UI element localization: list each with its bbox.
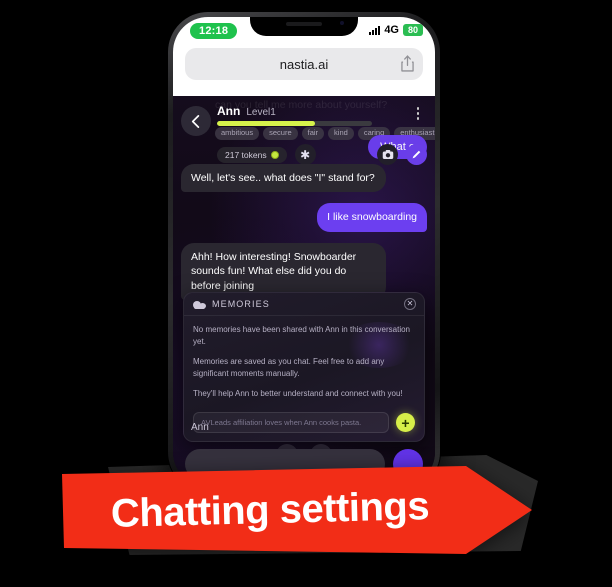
- back-arrow-icon: [191, 114, 199, 128]
- signal-bars-icon: [369, 25, 381, 35]
- share-icon[interactable]: [401, 55, 414, 72]
- sparkle-button[interactable]: ✱: [294, 144, 316, 165]
- memories-body: No memories have been shared with Ann in…: [184, 316, 424, 406]
- character-name: Ann: [217, 104, 241, 118]
- kebab-dot: [416, 117, 420, 120]
- tag-chip[interactable]: fair: [301, 127, 325, 140]
- browser-chrome: 12:18 4G 80 nastia.ai: [173, 17, 435, 96]
- tag-chip[interactable]: ambitious: [215, 127, 260, 140]
- screenshot-stage: 12:18 4G 80 nastia.ai can you tell me mo…: [0, 0, 612, 587]
- memory-input[interactable]: AVLeads affiliation loves when Ann cooks…: [193, 412, 389, 433]
- character-level: Level1: [246, 107, 276, 118]
- memories-paragraph: No memories have been shared with Ann in…: [193, 325, 411, 346]
- assistant-name-label: Ann: [191, 422, 209, 433]
- camera-icon: [382, 150, 393, 159]
- tag-chip[interactable]: kind: [328, 127, 354, 140]
- header-controls: 217 tokens ✱: [217, 144, 427, 165]
- banner-arrow-polygon: [62, 466, 532, 554]
- speaker-grille: [286, 22, 322, 26]
- chat-app-screen: can you tell me more about yourself? Ann: [173, 96, 435, 487]
- memories-panel: MEMORIES ✕ No memories have been shared …: [183, 292, 425, 442]
- network-type-label: 4G: [384, 24, 399, 36]
- status-indicators: 4G 80: [369, 24, 423, 36]
- coin-icon: [270, 150, 279, 159]
- tag-chip[interactable]: secure: [263, 127, 298, 140]
- back-button[interactable]: [181, 106, 211, 136]
- message-bubble-user: I like snowboarding: [317, 203, 427, 232]
- camera-button[interactable]: [377, 144, 398, 165]
- phone-notch: [250, 17, 358, 36]
- pencil-icon: [412, 150, 421, 159]
- edit-button[interactable]: [406, 144, 427, 165]
- memories-footer: AVLeads affiliation loves when Ann cooks…: [184, 406, 424, 441]
- cloud-memories-icon: [193, 300, 206, 309]
- url-bar[interactable]: nastia.ai: [185, 48, 423, 80]
- overflow-menu-button[interactable]: [409, 107, 427, 120]
- memories-title: MEMORIES: [212, 299, 270, 309]
- kebab-dot: [416, 112, 420, 115]
- message-bubble-ai: Well, let's see.. what does "I" stand fo…: [181, 164, 386, 193]
- memories-header: MEMORIES ✕: [184, 293, 424, 316]
- message-list: Well, let's see.. what does "I" stand fo…: [173, 164, 435, 311]
- add-memory-button[interactable]: +: [396, 413, 415, 432]
- status-bar: 12:18 4G 80: [173, 17, 435, 48]
- phone-screen: 12:18 4G 80 nastia.ai can you tell me mo…: [173, 17, 435, 487]
- xp-progress-fill: [217, 121, 315, 126]
- plus-icon: +: [401, 414, 410, 431]
- kebab-dot: [416, 107, 420, 110]
- sparkle-icon: ✱: [300, 147, 311, 162]
- battery-badge: 80: [403, 24, 423, 36]
- xp-progress-bar: [217, 121, 372, 126]
- memories-paragraph: Memories are saved as you chat. Feel fre…: [193, 357, 385, 378]
- token-counter[interactable]: 217 tokens: [217, 146, 287, 163]
- phone-mockup: 12:18 4G 80 nastia.ai can you tell me mo…: [168, 12, 440, 492]
- banner-arrow-shape: [62, 466, 532, 554]
- url-text: nastia.ai: [279, 56, 329, 72]
- memories-paragraph: They'll help Ann to better understand an…: [193, 389, 403, 398]
- status-clock: 12:18: [190, 23, 238, 39]
- front-camera-icon: [340, 21, 344, 25]
- chatting-settings-banner: Chatting settings: [62, 464, 532, 556]
- close-icon[interactable]: ✕: [404, 298, 416, 310]
- token-count-label: 217 tokens: [225, 149, 267, 160]
